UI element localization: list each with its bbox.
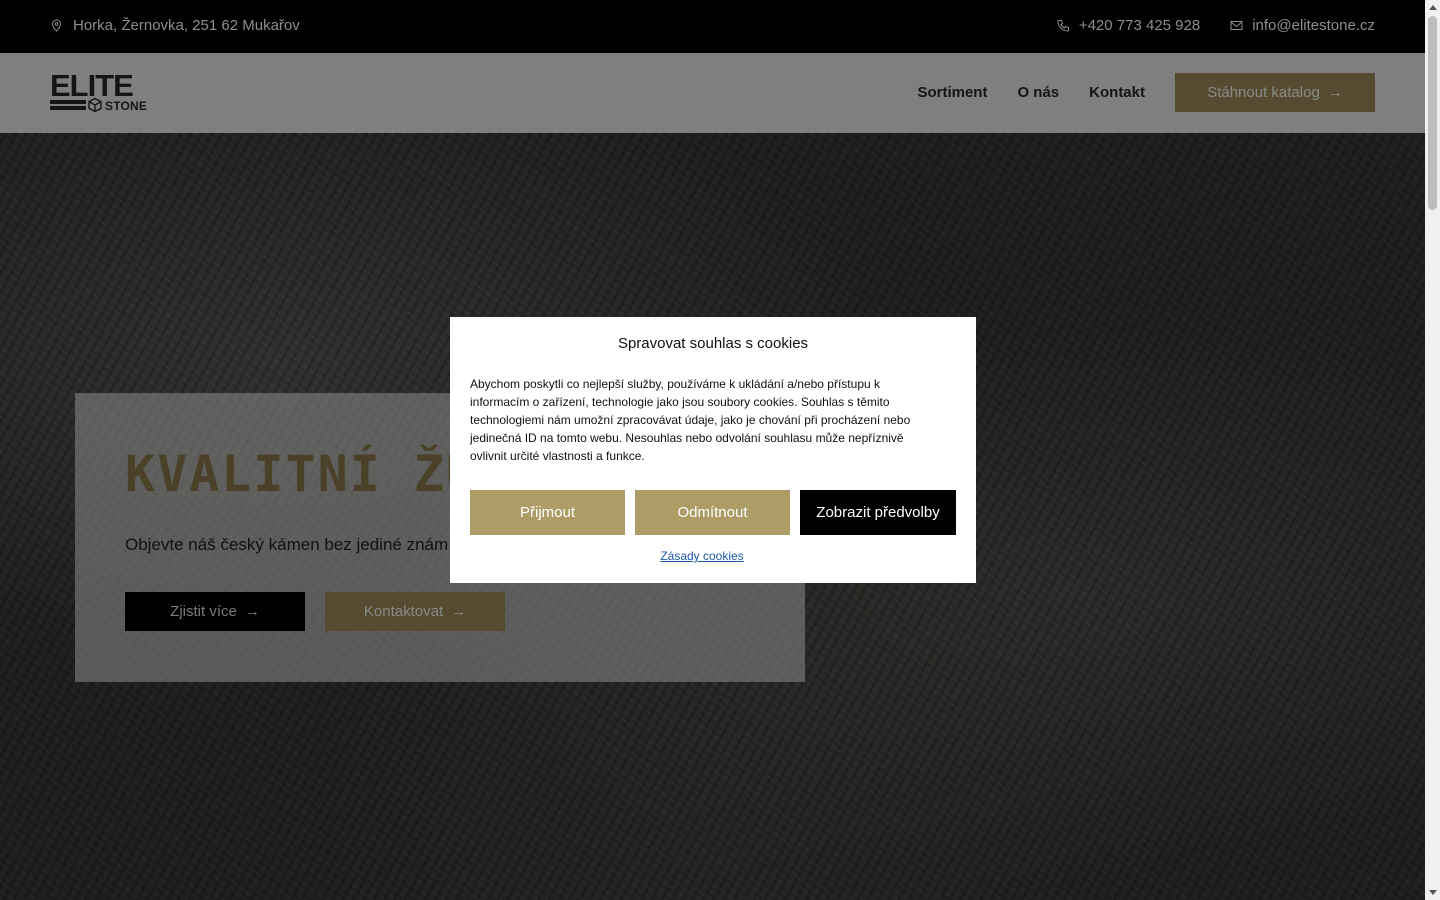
learn-more-button[interactable]: Zjistit více →	[125, 592, 305, 631]
scroll-up-arrow-icon[interactable]	[1429, 5, 1437, 10]
accept-cookies-button[interactable]: Přijmout	[470, 490, 625, 535]
deny-cookies-button[interactable]: Odmítnout	[635, 490, 790, 535]
cookie-dialog-title: Spravovat souhlas s cookies	[617, 335, 809, 352]
cookie-dialog-text: Abychom poskytli co nejlepší služby, pou…	[470, 377, 911, 463]
email-text: info@elitestone.cz	[1252, 17, 1375, 34]
phone-text: +420 773 425 928	[1078, 17, 1201, 34]
elite-stone-logo[interactable]: ELITE STONE	[50, 68, 150, 114]
scroll-down-arrow-icon[interactable]	[1429, 890, 1437, 895]
nav-item-o-nas[interactable]: O nás	[1017, 84, 1059, 101]
hero-subtitle: Objevte náš český kámen bez jediné znám	[125, 535, 449, 554]
arrow-right-icon: →	[244, 603, 260, 620]
email-link[interactable]: info@elitestone.cz	[1230, 17, 1375, 34]
site-header: ELITE STONE Sortiment O nás Kontakt Stáh…	[0, 53, 1425, 133]
envelope-icon	[1230, 19, 1243, 32]
nav-item-kontakt[interactable]: Kontakt	[1089, 84, 1145, 101]
contact-label: Kontaktovat	[363, 603, 444, 620]
top-contact-bar: Horka, Žernovka, 251 62 Mukařov +420 773…	[0, 0, 1425, 53]
cookie-consent-dialog: Spravovat souhlas s cookies Abychom posk…	[450, 317, 976, 583]
download-catalog-button[interactable]: Stáhnout katalog →	[1175, 73, 1375, 112]
logo-main-text: ELITE	[50, 68, 134, 103]
page-scrollbar[interactable]	[1425, 0, 1440, 900]
cube-icon	[87, 97, 103, 113]
logo-sub-text: STONE	[105, 99, 148, 113]
hero-title: KVALITNÍ ŽU	[125, 445, 479, 503]
logo-bar	[50, 100, 86, 104]
view-preferences-button[interactable]: Zobrazit předvolby	[800, 490, 956, 535]
contact-button[interactable]: Kontaktovat →	[325, 592, 505, 631]
address-item: Horka, Žernovka, 251 62 Mukařov	[50, 17, 300, 34]
scrollbar-thumb[interactable]	[1428, 16, 1437, 210]
location-pin-icon	[50, 19, 63, 32]
phone-link[interactable]: +420 773 425 928	[1057, 17, 1200, 34]
phone-icon	[1057, 19, 1070, 32]
catalog-button-label: Stáhnout katalog	[1207, 84, 1320, 101]
arrow-right-icon: →	[1327, 84, 1343, 101]
cookie-policy-link[interactable]: Zásady cookies	[450, 549, 954, 563]
logo-bar	[50, 106, 86, 110]
nav-item-sortiment[interactable]: Sortiment	[917, 84, 987, 101]
learn-more-label: Zjistit více	[170, 603, 237, 620]
main-nav: Sortiment O nás Kontakt	[917, 84, 1145, 101]
arrow-right-icon: →	[451, 603, 467, 620]
address-text: Horka, Žernovka, 251 62 Mukařov	[73, 17, 300, 34]
